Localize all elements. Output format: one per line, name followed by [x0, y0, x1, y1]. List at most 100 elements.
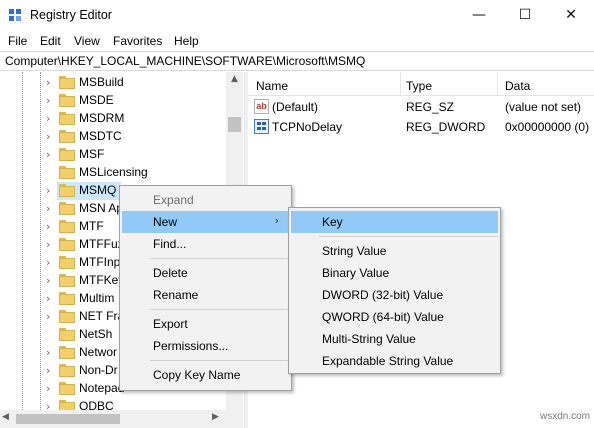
column-type[interactable]: Type [406, 79, 432, 93]
tree-item-label: NetSh [79, 327, 113, 341]
menu-item-label: Multi-String Value [322, 332, 416, 346]
menu-edit[interactable]: Edit [40, 34, 61, 48]
chevron-right-icon[interactable]: › [46, 220, 50, 233]
scroll-up-icon[interactable]: ▲ [226, 74, 243, 88]
tree-item-label: MTFKey [79, 273, 125, 287]
folder-icon [59, 202, 75, 215]
scroll-thumb[interactable] [16, 414, 120, 424]
value-type: REG_SZ [406, 100, 455, 114]
chevron-right-icon[interactable]: › [46, 148, 50, 161]
new-item-key[interactable]: Key [291, 211, 498, 233]
scroll-right-icon[interactable]: ▶ [212, 412, 219, 422]
tree-item-label: MTFInp [79, 255, 121, 269]
folder-icon [59, 148, 75, 161]
tree-item[interactable]: MSLicensing [0, 164, 226, 182]
chevron-right-icon[interactable]: › [46, 130, 50, 143]
new-item-qword-64-bit-value[interactable]: QWORD (64-bit) Value [291, 306, 498, 328]
tree-item-label: MSDE [79, 93, 114, 107]
tree-horizontal-scrollbar[interactable]: ◀ ▶ [0, 410, 226, 428]
context-item-find[interactable]: Find... [122, 233, 289, 255]
menu-item-label: Expand [153, 193, 194, 207]
folder-icon [59, 238, 75, 251]
scroll-thumb[interactable] [228, 117, 241, 132]
menu-separator [150, 309, 289, 310]
context-menu: Expand New › Find... Delete Rename Export Permi… [119, 185, 292, 391]
tree-item[interactable]: › MSDE [0, 92, 226, 110]
new-item-multi-string-value[interactable]: Multi-String Value [291, 328, 498, 350]
value-type: REG_DWORD [406, 120, 486, 134]
menu-file[interactable]: File [8, 34, 27, 48]
context-item-new[interactable]: New › [122, 211, 289, 233]
menu-item-label: Find... [153, 237, 187, 251]
context-item-export[interactable]: Export [122, 313, 289, 335]
new-item-expandable-string-value[interactable]: Expandable String Value [291, 350, 498, 372]
folder-icon [59, 274, 75, 287]
menu-bar: File Edit View Favorites Help [0, 31, 594, 51]
address-bar[interactable]: Computer\HKEY_LOCAL_MACHINE\SOFTWARE\Mic… [0, 51, 594, 71]
tree-item-label: MSF [79, 147, 105, 161]
column-data[interactable]: Data [505, 79, 530, 93]
chevron-right-icon[interactable]: › [46, 202, 50, 215]
context-item-permissions[interactable]: Permissions... [122, 335, 289, 357]
menu-item-label: DWORD (32-bit) Value [322, 288, 444, 302]
chevron-right-icon[interactable]: › [46, 238, 50, 251]
menu-item-label: New [153, 215, 178, 229]
tree-item-label: MTF [79, 219, 104, 233]
tree-item[interactable]: › MSDTC [0, 128, 226, 146]
tree-item[interactable]: › MSF [0, 146, 226, 164]
folder-icon [59, 166, 75, 179]
menu-item-label: Export [153, 317, 188, 331]
value-data: 0x00000000 (0) [505, 120, 590, 134]
chevron-right-icon[interactable]: › [46, 112, 50, 125]
tree-item-label: Non-Dr [79, 363, 118, 377]
tree-item[interactable]: › MSBuild [0, 74, 226, 92]
menu-favorites[interactable]: Favorites [113, 34, 162, 48]
column-divider[interactable] [400, 72, 401, 96]
string-value-icon: ab [254, 99, 269, 114]
new-item-binary-value[interactable]: Binary Value [291, 262, 498, 284]
chevron-right-icon[interactable]: › [46, 94, 50, 107]
menu-help[interactable]: Help [174, 34, 199, 48]
tree-item-label: Networ [79, 345, 118, 359]
chevron-right-icon[interactable]: › [46, 274, 50, 287]
minimize-button[interactable]: — [456, 0, 502, 31]
menu-item-label: Expandable String Value [322, 354, 454, 368]
menu-item-label: String Value [322, 244, 387, 258]
menu-item-label: Rename [153, 288, 199, 302]
list-row-tcpnodelay[interactable]: TCPNoDelay REG_DWORD 0x00000000 (0) [248, 117, 594, 137]
new-item-string-value[interactable]: String Value [291, 240, 498, 262]
column-name[interactable]: Name [256, 79, 288, 93]
chevron-right-icon[interactable]: › [46, 184, 50, 197]
maximize-button[interactable]: ☐ [502, 0, 548, 31]
scroll-left-icon[interactable]: ◀ [2, 412, 9, 422]
context-item-rename[interactable]: Rename [122, 284, 289, 306]
folder-icon [59, 112, 75, 125]
menu-separator [150, 360, 289, 361]
new-item-dword-32-bit-value[interactable]: DWORD (32-bit) Value [291, 284, 498, 306]
chevron-right-icon[interactable]: › [46, 346, 50, 359]
list-row-default[interactable]: ab (Default) REG_SZ (value not set) [248, 97, 594, 117]
menu-item-label: Delete [153, 266, 188, 280]
chevron-right-icon[interactable]: › [46, 76, 50, 89]
close-button[interactable]: ✕ [548, 0, 594, 31]
folder-icon [59, 130, 75, 143]
menu-view[interactable]: View [74, 34, 100, 48]
context-item-copy-key-name[interactable]: Copy Key Name [122, 364, 289, 386]
column-divider[interactable] [497, 72, 498, 96]
submenu-arrow-icon: › [274, 214, 279, 227]
address-path[interactable]: Computer\HKEY_LOCAL_MACHINE\SOFTWARE\Mic… [5, 54, 365, 68]
folder-icon [59, 220, 75, 233]
chevron-right-icon[interactable]: › [46, 310, 50, 323]
tree-item[interactable]: › MSDRM [0, 110, 226, 128]
folder-icon [59, 346, 75, 359]
folder-icon [59, 328, 75, 341]
context-item-delete[interactable]: Delete [122, 262, 289, 284]
chevron-right-icon[interactable]: › [46, 292, 50, 305]
menu-separator [319, 236, 498, 237]
chevron-right-icon[interactable]: › [46, 364, 50, 377]
menu-item-label: Permissions... [153, 339, 229, 353]
folder-icon [59, 184, 75, 197]
folder-icon [59, 76, 75, 89]
chevron-right-icon[interactable]: › [46, 256, 50, 269]
chevron-right-icon[interactable]: › [46, 382, 50, 395]
